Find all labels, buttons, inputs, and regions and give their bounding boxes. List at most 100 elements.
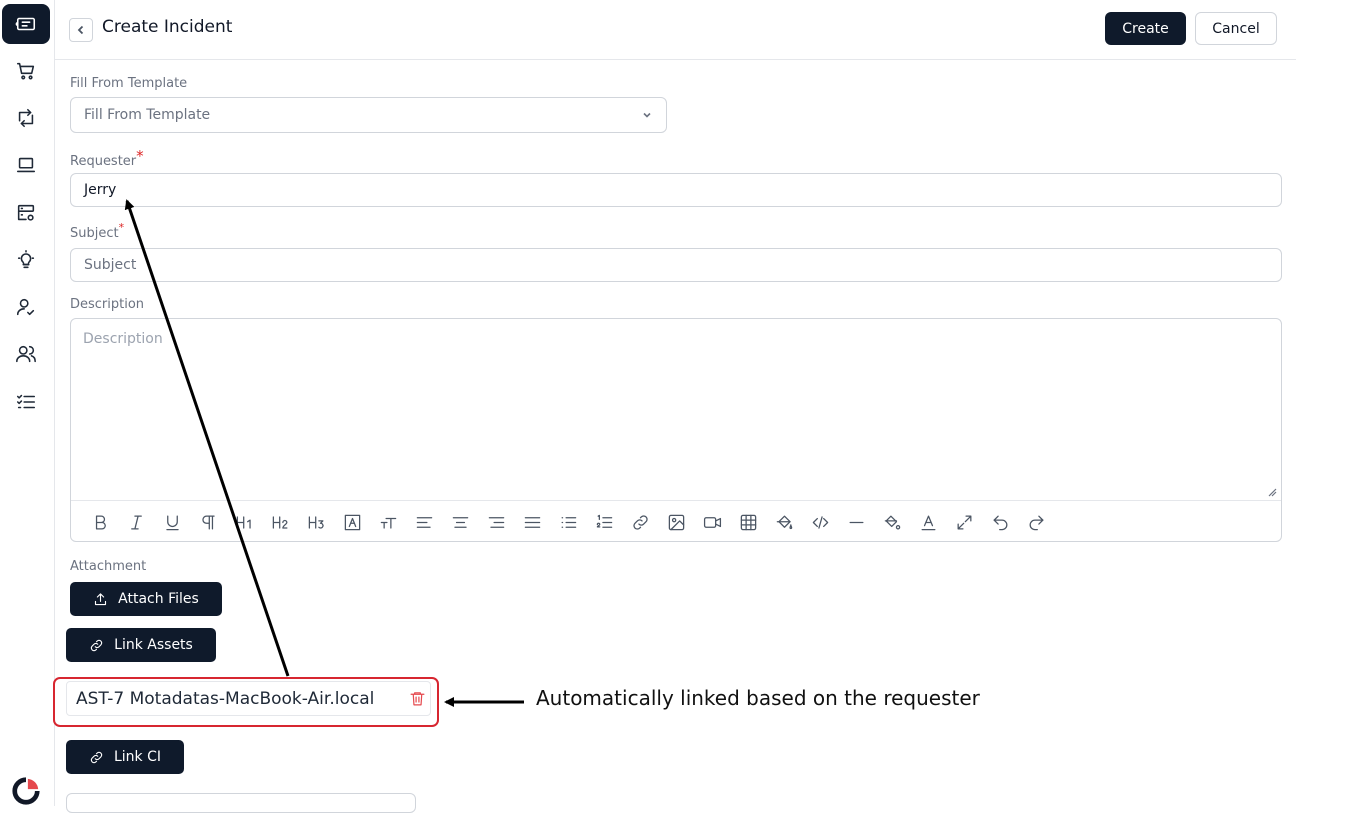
image-button[interactable] (665, 511, 687, 533)
code-icon (812, 515, 828, 529)
heading-3-icon (308, 515, 324, 529)
align-left-icon (416, 516, 432, 528)
align-right-button[interactable] (485, 511, 507, 533)
requester-field[interactable]: Jerry (70, 173, 1282, 207)
template-label: Fill From Template (70, 76, 188, 91)
back-button[interactable] (69, 18, 93, 42)
change-icon (18, 108, 34, 128)
align-justify-icon (524, 516, 540, 528)
italic-button[interactable] (125, 511, 147, 533)
paragraph-button[interactable] (197, 511, 219, 533)
requester-label: Requester* (70, 147, 144, 169)
underline-button[interactable] (161, 511, 183, 533)
code-button[interactable] (809, 511, 831, 533)
align-justify-button[interactable] (521, 511, 543, 533)
subject-input[interactable]: Subject (70, 248, 1282, 282)
link-assets-button[interactable]: Link Assets (66, 628, 216, 662)
users-icon (16, 345, 36, 363)
trash-icon[interactable] (409, 690, 426, 707)
linked-asset-name: AST-7 Motadatas-MacBook-Air.local (76, 688, 375, 709)
nav-users[interactable] (2, 334, 50, 374)
align-left-button[interactable] (413, 511, 435, 533)
required-marker: * (118, 221, 125, 234)
table-button[interactable] (737, 511, 759, 533)
video-icon (703, 516, 721, 528)
chevron-left-icon (77, 25, 84, 35)
align-center-button[interactable] (449, 511, 471, 533)
linked-ci-chip (66, 793, 416, 813)
nav-problems[interactable] (2, 240, 50, 280)
nav-cmdb[interactable] (2, 193, 50, 233)
page-header: Create Incident Create Cancel (54, 0, 1296, 60)
heading-2-button[interactable] (269, 511, 291, 533)
editor-toolbar (71, 500, 1281, 542)
paragraph-icon (201, 515, 215, 529)
heading-3-button[interactable] (305, 511, 327, 533)
nav-assets[interactable] (2, 145, 50, 185)
nav-tickets[interactable] (2, 4, 50, 44)
table-icon (740, 514, 756, 530)
fill-color-button[interactable] (773, 511, 795, 533)
heading-1-button[interactable] (233, 511, 255, 533)
font-box-icon (344, 514, 360, 530)
subject-placeholder: Subject (84, 257, 137, 273)
fullscreen-icon (957, 515, 971, 529)
bold-button[interactable] (89, 511, 111, 533)
nav-approvals[interactable] (2, 287, 50, 327)
user-check-icon (16, 298, 35, 316)
underline-icon (165, 515, 179, 530)
italic-icon (130, 515, 142, 529)
attachment-label: Attachment (70, 559, 147, 574)
laptop-icon (16, 157, 36, 173)
text-size-button[interactable] (377, 511, 399, 533)
subject-label-text: Subject (70, 226, 119, 241)
annotation-text: Automatically linked based on the reques… (536, 686, 980, 710)
cancel-button[interactable]: Cancel (1195, 12, 1277, 45)
align-center-icon (452, 516, 468, 528)
redo-icon (1029, 515, 1043, 530)
lightbulb-icon (17, 250, 35, 269)
font-color-button[interactable] (917, 511, 939, 533)
bullet-list-button[interactable] (557, 511, 579, 533)
link-ci-label: Link CI (113, 749, 162, 765)
nav-service-catalog[interactable] (2, 51, 50, 91)
template-select[interactable]: Fill From Template (70, 97, 667, 133)
highlight-icon (884, 515, 900, 529)
font-box-button[interactable] (341, 511, 363, 533)
description-placeholder: Description (83, 331, 163, 347)
attach-files-button[interactable]: Attach Files (70, 582, 222, 616)
ticket-icon (15, 17, 36, 31)
highlight-button[interactable] (881, 511, 903, 533)
create-button[interactable]: Create (1105, 12, 1186, 45)
fullscreen-button[interactable] (953, 511, 975, 533)
page-title: Create Incident (102, 17, 233, 37)
task-list-icon (16, 394, 36, 409)
redo-button[interactable] (1025, 511, 1047, 533)
resize-handle-icon[interactable] (1267, 487, 1277, 497)
numbered-list-icon (596, 514, 612, 528)
description-editor[interactable]: Description (70, 318, 1282, 542)
requester-label-text: Requester (70, 154, 137, 169)
description-label: Description (70, 297, 145, 312)
numbered-list-button[interactable] (593, 511, 615, 533)
attach-files-label: Attach Files (118, 591, 199, 607)
upload-icon (95, 592, 107, 605)
link-icon (90, 751, 103, 763)
link-button[interactable] (629, 511, 651, 533)
horizontal-rule-button[interactable] (845, 511, 867, 533)
requester-value: Jerry (84, 182, 117, 198)
bullet-list-icon (561, 516, 576, 528)
nav-changes[interactable] (2, 98, 50, 138)
template-select-value: Fill From Template (84, 107, 211, 123)
video-button[interactable] (701, 511, 723, 533)
horizontal-rule-icon (849, 521, 863, 523)
undo-icon (993, 515, 1007, 530)
nav-tasks[interactable] (2, 382, 50, 422)
link-icon (90, 639, 103, 651)
link-ci-button[interactable]: Link CI (66, 740, 184, 774)
brand-logo-icon (12, 777, 40, 805)
undo-button[interactable] (989, 511, 1011, 533)
sidebar (0, 0, 55, 806)
text-size-icon (380, 517, 396, 529)
heading-2-icon (272, 515, 287, 529)
